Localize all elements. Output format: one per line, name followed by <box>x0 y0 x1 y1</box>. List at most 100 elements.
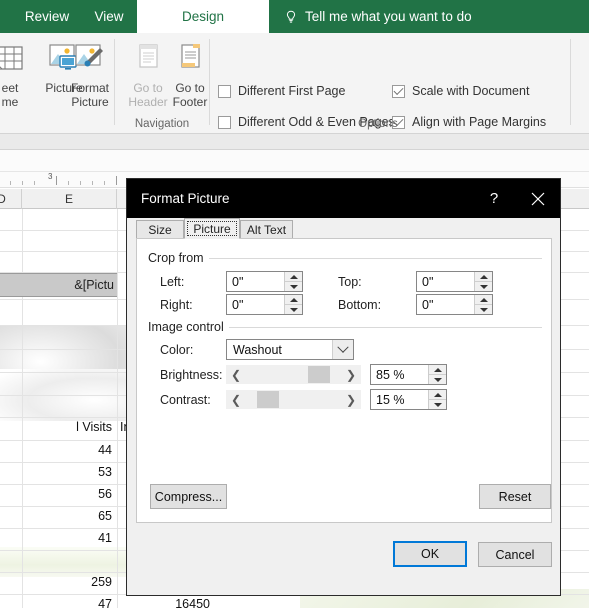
reset-button-label: Reset <box>498 489 532 504</box>
spinner-down-icon[interactable] <box>475 282 492 291</box>
reset-button[interactable]: Reset <box>479 484 551 509</box>
ribbon-tab-view[interactable]: View <box>81 0 137 33</box>
spinner-up-icon[interactable] <box>285 295 302 305</box>
input-contrast[interactable]: 15 % <box>370 389 447 410</box>
dialog-title-bar[interactable]: Format Picture ? <box>127 179 560 218</box>
chevron-right-icon[interactable]: ❯ <box>341 390 361 409</box>
spinner-up-icon[interactable] <box>475 272 492 282</box>
spinner-up-icon[interactable] <box>285 272 302 282</box>
label-color-text: Color: <box>160 343 194 357</box>
input-brightness[interactable]: 85 % <box>370 364 447 385</box>
dialog-tab-strip: Size Picture Alt Text <box>127 218 560 239</box>
spinner-crop-right[interactable] <box>284 295 302 314</box>
input-crop-bottom[interactable]: 0" <box>416 294 493 315</box>
spinner-down-icon[interactable] <box>429 400 446 409</box>
input-crop-left-value: 0" <box>232 274 244 289</box>
ribbon-button-format-picture[interactable]: Format Picture <box>64 37 116 109</box>
ok-button[interactable]: OK <box>393 541 467 567</box>
ribbon-button-sheet-name[interactable]: eet me <box>0 37 36 109</box>
ribbon-tab-design[interactable]: Design <box>137 0 269 33</box>
table-row[interactable]: 16450 <box>120 594 210 608</box>
cancel-button[interactable]: Cancel <box>478 542 552 567</box>
ok-button-label: OK <box>420 547 440 561</box>
ribbon-tab-review[interactable]: Review <box>13 0 81 33</box>
column-header-D[interactable]: D <box>0 189 22 209</box>
ribbon-tab-design-label: Design <box>181 9 225 24</box>
slider-contrast-track[interactable] <box>246 390 341 409</box>
input-crop-right[interactable]: 0" <box>226 294 303 315</box>
table-row[interactable]: 44 <box>0 440 112 461</box>
chevron-down-icon[interactable] <box>332 340 353 359</box>
tell-me-search[interactable]: Tell me what you want to do <box>283 0 472 33</box>
close-icon[interactable] <box>518 179 558 218</box>
ribbon-separator-2 <box>209 39 210 125</box>
dialog-tab-size-label: Size <box>148 223 172 237</box>
table-row[interactable]: 56 <box>0 484 112 505</box>
spinner-crop-bottom[interactable] <box>474 295 492 314</box>
format-picture-icon <box>72 37 108 81</box>
slider-brightness[interactable]: ❮ ❯ <box>226 365 361 384</box>
label-color: Color: <box>160 343 193 357</box>
ribbon-button-go-to-header-line1: Go to <box>133 81 163 95</box>
compress-button[interactable]: Compress... <box>150 484 227 509</box>
dropdown-color[interactable]: Washout <box>226 339 354 360</box>
slider-contrast-thumb[interactable] <box>256 391 279 408</box>
spinner-down-icon[interactable] <box>285 305 302 314</box>
chevron-left-icon[interactable]: ❮ <box>226 365 246 384</box>
checkbox-box <box>218 84 231 98</box>
spinner-brightness[interactable] <box>428 365 446 384</box>
spinner-down-icon[interactable] <box>429 375 446 384</box>
ribbon-button-go-to-footer-line2: Footer <box>172 95 208 109</box>
input-crop-left[interactable]: 0" <box>226 271 303 292</box>
slider-brightness-track[interactable] <box>246 365 341 384</box>
checkbox-box <box>218 115 231 129</box>
ribbon-tab-review-label: Review <box>24 9 70 24</box>
dialog-tab-picture-label: Picture <box>187 221 237 236</box>
checkbox-different-first-page-label: Different First Page <box>238 84 346 98</box>
table-row[interactable]: 53 <box>0 462 112 483</box>
column-header-E[interactable]: E <box>22 189 117 209</box>
spinner-down-icon[interactable] <box>285 282 302 291</box>
table-row[interactable]: 47 <box>0 594 112 608</box>
format-picture-dialog: Format Picture ? Size Picture Alt Text C… <box>126 178 561 596</box>
ribbon-button-sheet-name-line2: me <box>1 95 19 109</box>
ribbon-tab-bar: Review View Design Tell me what you want… <box>0 0 589 33</box>
dialog-tab-picture[interactable]: Picture <box>184 218 240 239</box>
input-crop-top[interactable]: 0" <box>416 271 493 292</box>
go-to-header-icon <box>133 37 163 81</box>
label-crop-left: Left: <box>160 275 184 289</box>
chevron-left-icon[interactable]: ❮ <box>226 390 246 409</box>
ribbon-button-sheet-name-line1: eet <box>1 81 19 95</box>
spinner-down-icon[interactable] <box>475 305 492 314</box>
spinner-crop-top[interactable] <box>474 272 492 291</box>
spinner-contrast[interactable] <box>428 390 446 409</box>
table-row-total[interactable]: 259 <box>0 572 112 593</box>
question-mark-icon[interactable]: ? <box>474 179 514 218</box>
spinner-crop-left[interactable] <box>284 272 302 291</box>
ribbon-tab-view-label: View <box>94 9 124 24</box>
table-row[interactable]: 65 <box>0 506 112 527</box>
group-label-crop-from: Crop from <box>148 251 204 265</box>
input-crop-top-value: 0" <box>422 274 434 289</box>
spinner-up-icon[interactable] <box>429 365 446 375</box>
dialog-tab-size[interactable]: Size <box>136 220 184 239</box>
checkbox-different-first-page[interactable]: Different First Page <box>218 84 345 98</box>
checkbox-scale-with-document[interactable]: Scale with Document <box>392 84 529 98</box>
ribbon-group-label-options: Options <box>358 118 398 130</box>
compress-button-label: Compress... <box>154 489 223 504</box>
group-divider-crop-from <box>209 258 542 259</box>
header-picture-placeholder-cell[interactable]: &[Pictu <box>0 273 117 297</box>
table-row[interactable]: 41 <box>0 528 112 549</box>
spinner-up-icon[interactable] <box>429 390 446 400</box>
checkbox-scale-with-document-label: Scale with Document <box>412 84 530 98</box>
slider-brightness-thumb[interactable] <box>308 366 331 383</box>
label-crop-bottom-text: Bottom: <box>338 298 382 312</box>
input-crop-bottom-value: 0" <box>422 297 434 312</box>
slider-contrast[interactable]: ❮ ❯ <box>226 390 361 409</box>
worksheet-top-padding <box>0 150 589 172</box>
dialog-tab-alt-text[interactable]: Alt Text <box>240 220 293 239</box>
label-crop-bottom: Bottom: <box>338 298 381 312</box>
spinner-up-icon[interactable] <box>475 295 492 305</box>
chevron-right-icon[interactable]: ❯ <box>341 365 361 384</box>
ribbon-button-go-to-header-line2: Header <box>128 95 168 109</box>
